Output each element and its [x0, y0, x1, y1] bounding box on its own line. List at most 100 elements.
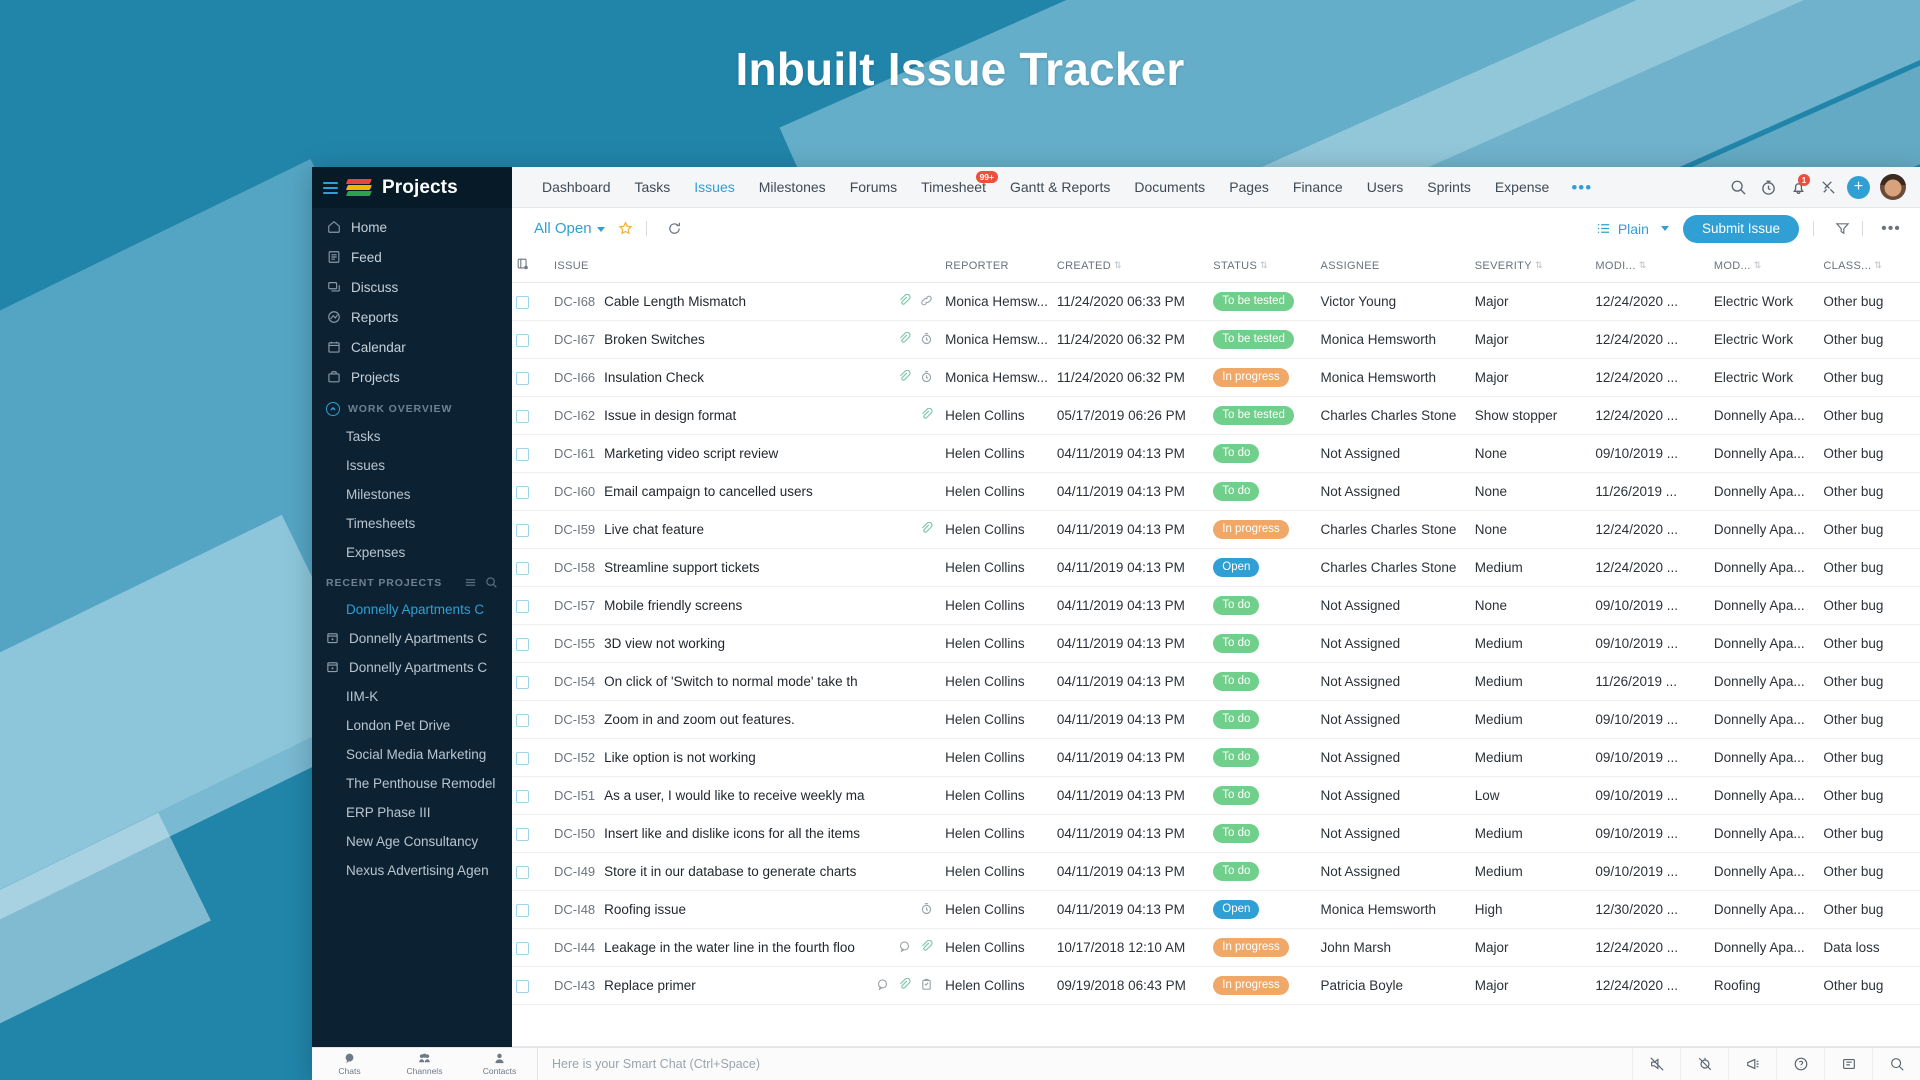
status-cell[interactable]: In progress [1209, 928, 1317, 967]
sidebar-project-0[interactable]: Donnelly Apartments C [312, 599, 512, 619]
tab-sprints[interactable]: Sprints [1415, 167, 1483, 208]
attachment-icon[interactable] [898, 293, 911, 310]
status-cell[interactable]: To do [1209, 662, 1317, 701]
work-overview-header[interactable]: WORK OVERVIEW [312, 402, 512, 416]
sidebar-project-4[interactable]: London Pet Drive [312, 715, 512, 735]
row-checkbox[interactable] [516, 409, 529, 423]
bell-icon[interactable]: 1 [1783, 172, 1813, 202]
table-row[interactable]: DC-I68 Cable Length Mismatch Monica Hemsw.… [512, 282, 1920, 321]
issues-table-container[interactable]: ISSUE REPORTER CREATED ⇅ STATUS ⇅ ASSIGNEE… [512, 249, 1920, 1046]
status-cell[interactable]: In progress [1209, 966, 1317, 1005]
table-row[interactable]: DC-I50 Insert like and dislike icons for … [512, 814, 1920, 853]
issue-cell[interactable]: DC-I51 As a user, I would like to receive… [549, 776, 942, 815]
row-checkbox[interactable] [516, 561, 529, 575]
status-cell[interactable]: To do [1209, 434, 1317, 473]
column-status[interactable]: STATUS ⇅ [1209, 249, 1317, 283]
more-options-icon[interactable]: ••• [1878, 216, 1904, 242]
sidebar-item-projects[interactable]: Projects [312, 366, 512, 388]
sidebar-item-feed[interactable]: Feed [312, 246, 512, 268]
table-row[interactable]: DC-I49 Store it in our database to genera… [512, 852, 1920, 891]
row-checkbox-cell[interactable] [512, 966, 550, 1005]
tab-finance[interactable]: Finance [1281, 167, 1355, 208]
issue-title[interactable]: Streamline support tickets [604, 560, 759, 575]
table-row[interactable]: DC-I51 As a user, I would like to receive… [512, 776, 1920, 815]
table-row[interactable]: DC-I55 3D view not working Helen Collins 04… [512, 624, 1920, 663]
issue-title[interactable]: Replace primer [604, 978, 696, 993]
column-classification[interactable]: CLASS... ⇅ [1819, 249, 1920, 283]
sidebar-item-discuss[interactable]: Discuss [312, 276, 512, 298]
status-cell[interactable]: To do [1209, 738, 1317, 777]
tab-documents[interactable]: Documents [1122, 167, 1217, 208]
table-row[interactable]: DC-I61 Marketing video script review Helen… [512, 434, 1920, 473]
issue-title[interactable]: Like option is not working [604, 750, 756, 765]
table-row[interactable]: DC-I57 Mobile friendly screens Helen Colli… [512, 586, 1920, 625]
issue-cell[interactable]: DC-I44 Leakage in the water line in the f… [549, 928, 942, 967]
row-checkbox[interactable] [516, 447, 529, 461]
table-row[interactable]: DC-I66 Insulation Check Monica Hemsw... 11/… [512, 358, 1920, 397]
row-checkbox[interactable] [516, 903, 529, 917]
issue-title[interactable]: Zoom in and zoom out features. [604, 712, 795, 727]
timer-icon[interactable] [1753, 172, 1783, 202]
column-reporter[interactable]: REPORTER [941, 249, 1053, 283]
checklist-icon[interactable] [920, 978, 933, 994]
tab-expense[interactable]: Expense [1483, 167, 1561, 208]
timer-icon[interactable] [920, 370, 933, 386]
sidebar-project-9[interactable]: Nexus Advertising Agen [312, 860, 512, 880]
row-checkbox[interactable] [516, 371, 529, 385]
help-icon[interactable] [1776, 1047, 1824, 1080]
zoom-icon[interactable] [1872, 1047, 1920, 1080]
table-row[interactable]: DC-I59 Live chat feature Helen Collins 04/1… [512, 510, 1920, 549]
row-checkbox-cell[interactable] [512, 434, 550, 473]
row-checkbox[interactable] [516, 333, 529, 347]
issue-cell[interactable]: DC-I62 Issue in design format [549, 396, 942, 435]
sidebar-item-expenses[interactable]: Expenses [312, 542, 512, 562]
row-checkbox[interactable] [516, 751, 529, 765]
status-cell[interactable]: To be tested [1209, 396, 1317, 435]
sidebar-item-issues[interactable]: Issues [312, 455, 512, 475]
table-row[interactable]: DC-I54 On click of 'Switch to normal mode… [512, 662, 1920, 701]
row-checkbox-cell[interactable] [512, 548, 550, 587]
timer-icon[interactable] [920, 902, 933, 918]
row-checkbox[interactable] [516, 789, 529, 803]
row-checkbox-cell[interactable] [512, 890, 550, 929]
view-mode-dropdown[interactable]: Plain [1596, 221, 1669, 237]
issue-title[interactable]: On click of 'Switch to normal mode' take… [604, 674, 858, 689]
issue-cell[interactable]: DC-I53 Zoom in and zoom out features. [549, 700, 942, 739]
issue-cell[interactable]: DC-I52 Like option is not working [549, 738, 942, 777]
refresh-icon[interactable] [662, 216, 688, 242]
table-row[interactable]: DC-I62 Issue in design format Helen Collin… [512, 396, 1920, 435]
row-checkbox-cell[interactable] [512, 472, 550, 511]
column-issue[interactable]: ISSUE [549, 249, 942, 283]
view-filter-dropdown[interactable]: All Open [534, 220, 605, 237]
issue-cell[interactable]: DC-I48 Roofing issue [549, 890, 942, 929]
chats-button[interactable]: Chats [312, 1048, 387, 1080]
tab-timesheet[interactable]: Timesheet 99+ [909, 167, 998, 208]
issue-cell[interactable]: DC-I60 Email campaign to cancelled users [549, 472, 942, 511]
column-modified[interactable]: MODI... ⇅ [1591, 249, 1710, 283]
attachment-icon[interactable] [898, 369, 911, 386]
table-row[interactable]: DC-I44 Leakage in the water line in the f… [512, 928, 1920, 967]
issue-title[interactable]: Cable Length Mismatch [604, 294, 746, 309]
sidebar-project-2[interactable]: Donnelly Apartments C [312, 657, 512, 677]
row-checkbox-cell[interactable] [512, 738, 550, 777]
issue-cell[interactable]: DC-I54 On click of 'Switch to normal mode… [549, 662, 942, 701]
column-assignee[interactable]: ASSIGNEE [1316, 249, 1471, 283]
status-cell[interactable]: Open [1209, 890, 1317, 929]
issue-title[interactable]: Insert like and dislike icons for all th… [604, 826, 860, 841]
hamburger-icon[interactable] [323, 181, 338, 194]
status-cell[interactable]: In progress [1209, 510, 1317, 549]
sidebar-project-7[interactable]: ERP Phase III [312, 802, 512, 822]
issue-title[interactable]: Marketing video script review [604, 446, 778, 461]
issue-cell[interactable]: DC-I49 Store it in our database to genera… [549, 852, 942, 891]
status-cell[interactable]: In progress [1209, 358, 1317, 397]
row-checkbox-cell[interactable] [512, 700, 550, 739]
column-select[interactable] [512, 249, 550, 283]
status-cell[interactable]: To be tested [1209, 282, 1317, 321]
row-checkbox[interactable] [516, 979, 529, 993]
tab-overflow-menu[interactable]: ••• [1561, 167, 1602, 208]
user-avatar[interactable] [1880, 174, 1906, 200]
sidebar-project-1[interactable]: Donnelly Apartments C [312, 628, 512, 648]
row-checkbox[interactable] [516, 675, 529, 689]
row-checkbox-cell[interactable] [512, 814, 550, 853]
row-checkbox[interactable] [516, 295, 529, 309]
